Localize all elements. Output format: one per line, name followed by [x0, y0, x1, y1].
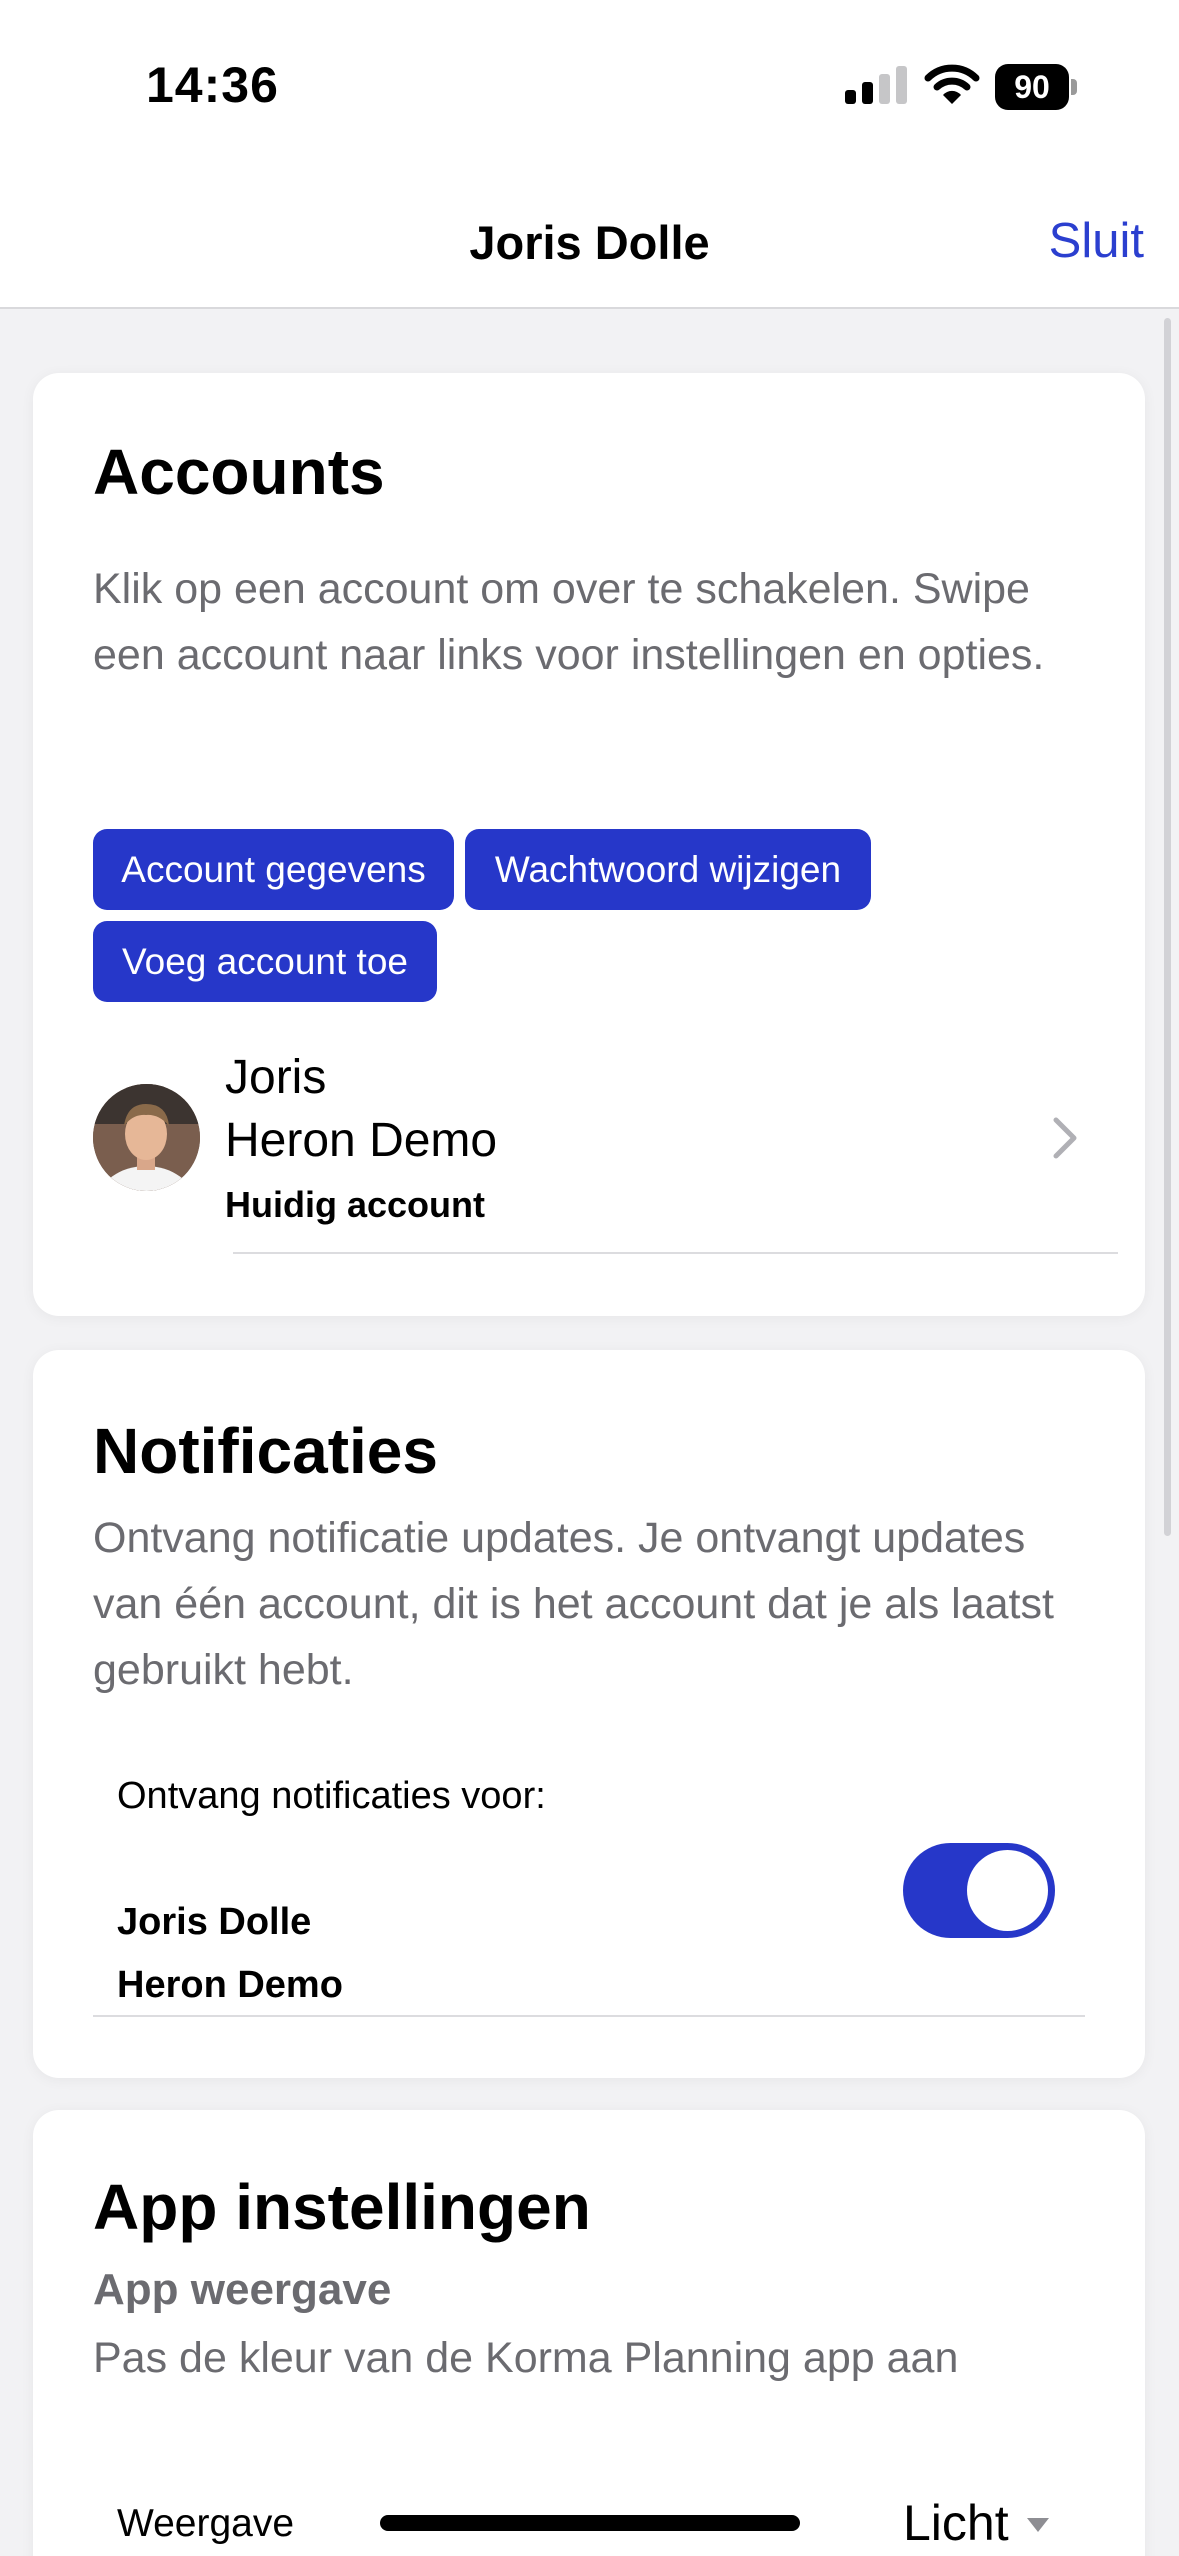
- notifications-title: Notificaties: [93, 1415, 438, 1487]
- add-account-button[interactable]: Voeg account toe: [93, 921, 437, 1002]
- notifications-description: Ontvang notificatie updates. Je ontvangt…: [93, 1514, 1054, 1694]
- scroll-indicator: [1164, 318, 1171, 1536]
- notifications-receive-label: Ontvang notificaties voor:: [117, 1775, 546, 1817]
- change-password-button[interactable]: Wachtwoord wijzigen: [465, 829, 871, 910]
- notifications-card: Notificaties Ontvang notificatie updates…: [33, 1350, 1145, 2078]
- accounts-description: Klik op een account om over te schakelen…: [93, 565, 1045, 679]
- account-name: Joris Heron Demo: [225, 1046, 497, 1172]
- home-indicator[interactable]: [380, 2515, 800, 2531]
- battery-level: 90: [995, 64, 1069, 110]
- account-organization: Heron Demo: [225, 1114, 498, 1167]
- appearance-value: Licht: [903, 2495, 1009, 2551]
- current-account-row[interactable]: Joris Heron Demo Huidig account: [93, 1051, 1118, 1256]
- app-settings-card: App instellingen App weergave Pas de kle…: [33, 2110, 1145, 2556]
- notifications-toggle[interactable]: [903, 1843, 1055, 1938]
- divider: [93, 2015, 1085, 2017]
- app-settings-title: App instellingen: [93, 2171, 591, 2243]
- account-details-button[interactable]: Account gegevens: [93, 829, 454, 910]
- notification-account-name: Joris Dolle: [117, 1901, 312, 1943]
- app-appearance-description: Pas de kleur van de Korma Planning app a…: [93, 2334, 959, 2382]
- status-bar: 14:36 90: [0, 0, 1179, 175]
- toggle-knob: [967, 1850, 1048, 1931]
- avatar: [93, 1084, 200, 1191]
- status-time: 14:36: [146, 57, 279, 113]
- current-account-label: Huidig account: [225, 1184, 485, 1225]
- app-appearance-subtitle: App weergave: [93, 2265, 392, 2314]
- page-title: Joris Dolle: [469, 216, 710, 269]
- divider: [233, 1252, 1118, 1254]
- close-button[interactable]: Sluit: [1049, 213, 1144, 269]
- navigation-bar: Joris Dolle Sluit: [0, 175, 1179, 309]
- chevron-right-icon: [1053, 1117, 1077, 1159]
- appearance-select[interactable]: Licht: [903, 2494, 1049, 2552]
- caret-down-icon: [1026, 2518, 1049, 2532]
- appearance-label: Weergave: [117, 2502, 295, 2545]
- signal-icon: [845, 66, 907, 104]
- notification-account-org: Heron Demo: [117, 1964, 343, 2006]
- accounts-title: Accounts: [93, 436, 385, 508]
- wifi-icon: [924, 64, 980, 104]
- account-first-name: Joris: [225, 1051, 327, 1104]
- accounts-card: Accounts Klik op een account om over te …: [33, 373, 1145, 1316]
- battery-icon: 90: [995, 64, 1077, 110]
